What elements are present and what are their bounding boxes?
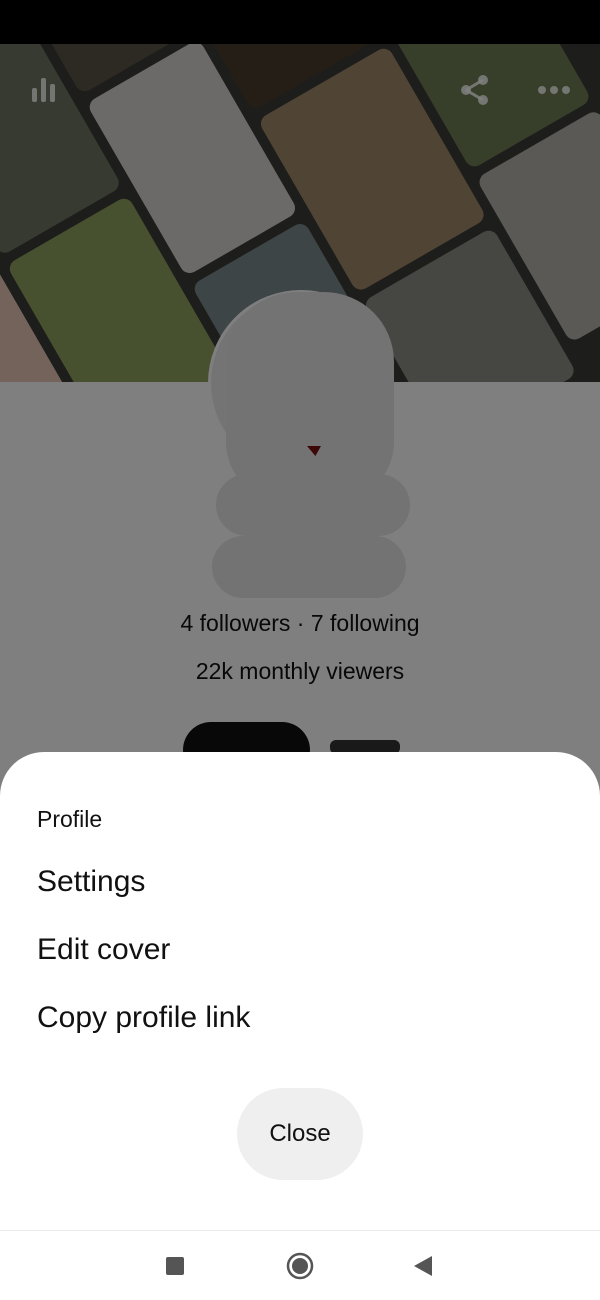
copy-profile-link-option[interactable]: Copy profile link — [37, 1001, 250, 1035]
square-icon[interactable] — [160, 1251, 190, 1281]
navigation-bar — [0, 1230, 600, 1300]
profile-options-sheet: Profile Settings Edit cover Copy profile… — [0, 752, 600, 1230]
sheet-title: Profile — [37, 806, 103, 832]
screen: 4 followers · 7 following 22k monthly vi… — [0, 0, 600, 1300]
circle-icon[interactable] — [285, 1251, 315, 1281]
settings-option[interactable]: Settings — [37, 865, 145, 899]
close-button[interactable]: Close — [237, 1088, 363, 1180]
status-bar — [0, 0, 600, 44]
edit-cover-option[interactable]: Edit cover — [37, 933, 170, 967]
triangle-back-icon[interactable] — [408, 1251, 438, 1281]
